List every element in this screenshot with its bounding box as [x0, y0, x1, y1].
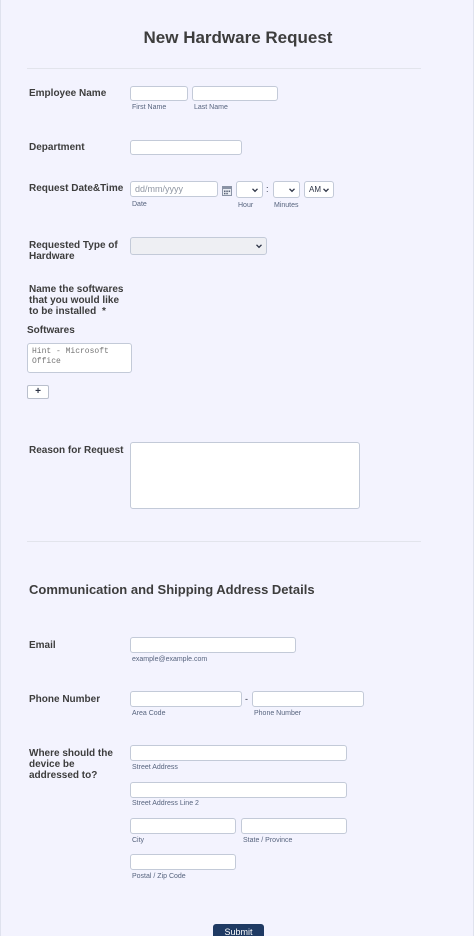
phone-dash: -	[245, 694, 248, 704]
chevron-down-icon	[252, 187, 258, 192]
last-name-sublabel: Last Name	[194, 104, 228, 111]
form-card: New Hardware Request Employee Name First…	[0, 0, 474, 936]
softwares-question: Name the softwares that you would like t…	[29, 284, 131, 317]
softwares-question-text: Name the softwares that you would like t…	[29, 284, 124, 317]
last-name-input[interactable]	[192, 86, 278, 101]
employee-name-label: Employee Name	[29, 88, 107, 99]
softwares-column-header: Softwares	[27, 325, 75, 336]
street-address-input[interactable]	[130, 745, 347, 761]
address-label: Where should the device be addressed to?	[29, 748, 113, 781]
date-input[interactable]	[130, 181, 218, 197]
state-input[interactable]	[241, 818, 347, 834]
area-code-input[interactable]	[130, 691, 242, 707]
hour-sublabel: Hour	[238, 202, 254, 209]
ampm-value: AM	[309, 185, 321, 194]
department-label: Department	[29, 142, 85, 153]
zip-sublabel: Postal / Zip Code	[132, 873, 186, 880]
phone-number-sublabel: Phone Number	[254, 710, 302, 717]
hardware-type-select[interactable]	[130, 237, 267, 255]
phone-label: Phone Number	[29, 694, 101, 705]
minutes-select[interactable]	[273, 181, 300, 198]
software-input[interactable]	[27, 343, 132, 373]
area-code-sublabel: Area Code	[132, 710, 166, 717]
email-label: Email	[29, 640, 56, 651]
form-title: New Hardware Request	[143, 28, 333, 47]
header-divider	[27, 68, 421, 69]
reason-label: Reason for Request	[29, 445, 124, 456]
section-divider	[27, 541, 421, 542]
chevron-down-icon	[323, 187, 329, 192]
hardware-type-label: Requested Type of Hardware	[29, 240, 118, 262]
date-sublabel: Date	[132, 201, 147, 208]
email-sublabel: example@example.com	[132, 656, 208, 663]
add-software-button[interactable]: +	[27, 385, 49, 399]
reason-textarea[interactable]	[130, 442, 360, 509]
first-name-sublabel: First Name	[132, 104, 167, 111]
submit-button[interactable]: Submit	[213, 924, 264, 936]
city-input[interactable]	[130, 818, 236, 834]
street-address-2-input[interactable]	[130, 782, 347, 798]
time-separator: :	[266, 184, 269, 194]
minutes-sublabel: Minutes	[274, 202, 299, 209]
street-address-2-sublabel: Street Address Line 2	[132, 800, 199, 807]
department-input[interactable]	[130, 140, 242, 155]
request-datetime-label: Request Date&Time	[29, 183, 124, 194]
email-input[interactable]	[130, 637, 296, 653]
zip-input[interactable]	[130, 854, 236, 870]
required-mark: *	[102, 306, 106, 317]
shipping-section-heading: Communication and Shipping Address Detai…	[29, 582, 315, 597]
first-name-input[interactable]	[130, 86, 188, 101]
street-address-sublabel: Street Address	[132, 764, 178, 771]
ampm-select[interactable]: AM	[304, 181, 334, 198]
state-sublabel: State / Province	[243, 837, 293, 844]
phone-number-input[interactable]	[252, 691, 364, 707]
chevron-down-icon	[256, 244, 262, 249]
calendar-icon[interactable]	[222, 183, 232, 196]
city-sublabel: City	[132, 837, 145, 844]
chevron-down-icon	[289, 187, 295, 192]
hour-select[interactable]	[236, 181, 263, 198]
